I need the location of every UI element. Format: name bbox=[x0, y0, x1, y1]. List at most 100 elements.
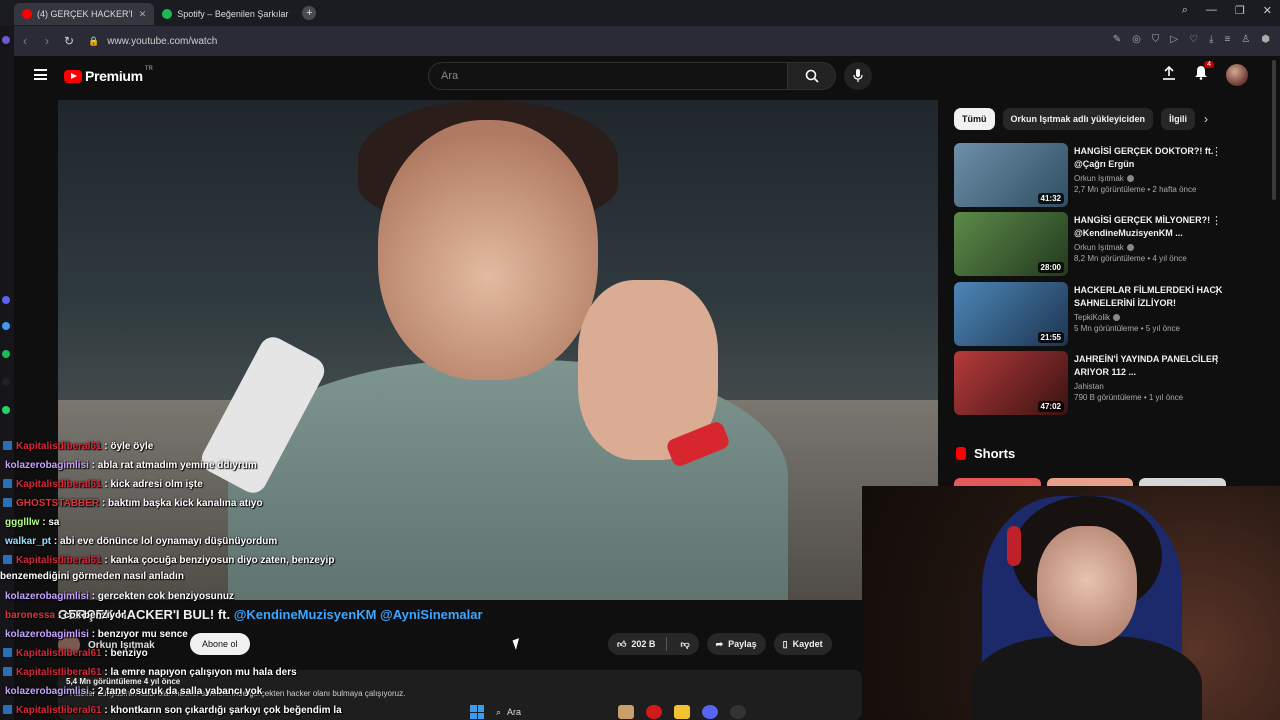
filter-chips: Tümü Orkun Işıtmak adlı yükleyiciden İlg… bbox=[954, 108, 1196, 130]
close-tab-icon[interactable]: ✕ bbox=[139, 9, 147, 20]
sidebar-app-icon[interactable] bbox=[2, 378, 10, 386]
search-input[interactable]: Ara bbox=[428, 62, 788, 90]
screen: (4) GERÇEK HACKER'I ✕ Spotify – Beğenile… bbox=[0, 0, 1280, 720]
chevron-right-icon[interactable]: › bbox=[1204, 112, 1208, 126]
heart-icon[interactable]: ♡ bbox=[1189, 34, 1198, 45]
edit-icon[interactable]: ✎ bbox=[1113, 34, 1121, 45]
chat-message: Kapitalistliberal61 : khontkarın son çık… bbox=[0, 701, 480, 720]
profile-icon[interactable]: ♙ bbox=[1241, 34, 1250, 45]
back-icon[interactable]: ‹ bbox=[14, 34, 36, 48]
recommendation-title[interactable]: HANGİSİ GERÇEK DOKTOR?! ft. @Çağrı Ergün bbox=[1074, 145, 1224, 170]
recommendation-item[interactable]: 47:02 JAHREİN'İ YAYINDA PANELCİLER ARIYO… bbox=[954, 351, 1244, 415]
chat-text: : abi eve dönünce lol oynamayı düşünüyor… bbox=[53, 536, 278, 547]
recommendation-item[interactable]: 21:55 HACKERLAR FİLMLERDEKİ HACK SAHNELE… bbox=[954, 282, 1244, 346]
url-field[interactable]: 🔒 www.youtube.com/watch bbox=[88, 36, 217, 47]
upload-icon[interactable] bbox=[1162, 65, 1176, 85]
more-options-icon[interactable]: ⋮ bbox=[1211, 145, 1222, 158]
video-frame-head bbox=[378, 120, 598, 380]
chat-message: GHOSTSTABBER : baktım başka kick kanalın… bbox=[0, 494, 480, 513]
chat-username: kolazerobagimlisi bbox=[5, 686, 89, 697]
chat-message: Kapitalistliberal61 : öyle öyle bbox=[0, 437, 480, 456]
menu-icon[interactable] bbox=[34, 69, 47, 80]
save-button[interactable]: ▯ Kaydet bbox=[773, 633, 832, 655]
chat-text: : abla rat atmadım yemine ddıyrum bbox=[91, 460, 257, 471]
close-icon[interactable]: ✕ bbox=[1263, 4, 1272, 17]
chip-from-uploader[interactable]: Orkun Işıtmak adlı yükleyiciden bbox=[1002, 108, 1154, 130]
tab-spotify[interactable]: Spotify – Beğenilen Şarkılar bbox=[154, 3, 296, 25]
chip-related[interactable]: İlgili bbox=[1161, 108, 1196, 130]
channel-name[interactable]: Orkun Işıtmak bbox=[1074, 174, 1124, 183]
video-thumbnail[interactable]: 47:02 bbox=[954, 351, 1068, 415]
share-button[interactable]: ➦ Paylaş bbox=[706, 633, 766, 655]
forward-icon[interactable]: › bbox=[36, 34, 58, 48]
chat-username: walkar_pt bbox=[5, 536, 52, 547]
channel-name[interactable]: TepkiKolik bbox=[1074, 313, 1110, 322]
chat-message: Kapitalistliberal61 : kick adresi olm iş… bbox=[0, 475, 480, 494]
shorts-icon bbox=[956, 447, 966, 460]
chat-badge-icon bbox=[3, 555, 12, 564]
chat-username: Kapitalistliberal61 bbox=[16, 441, 102, 452]
channel-name[interactable]: Orkun Işıtmak bbox=[1074, 243, 1124, 252]
extension-icon[interactable]: ⬢ bbox=[1261, 34, 1270, 45]
opera-icon[interactable] bbox=[646, 705, 662, 719]
sidebar-app-icon[interactable] bbox=[2, 350, 10, 358]
video-thumbnail[interactable]: 41:32 bbox=[954, 143, 1068, 207]
microphone-icon bbox=[853, 69, 863, 82]
folder-icon[interactable] bbox=[674, 705, 690, 719]
voice-search-button[interactable] bbox=[844, 62, 872, 90]
maximize-icon[interactable]: ❐ bbox=[1235, 4, 1245, 17]
more-options-icon[interactable]: ⋮ bbox=[1211, 353, 1222, 366]
reload-icon[interactable]: ↻ bbox=[58, 34, 80, 48]
more-options-icon[interactable]: ⋮ bbox=[1211, 284, 1222, 297]
search-icon[interactable]: ⌕ bbox=[1182, 4, 1188, 17]
recommendation-title[interactable]: HANGİSİ GERÇEK MİLYONER?! @KendineMuzisy… bbox=[1074, 214, 1224, 239]
avatar[interactable] bbox=[1226, 64, 1248, 86]
new-tab-button[interactable]: + bbox=[302, 6, 317, 20]
recommendation-title[interactable]: HACKERLAR FİLMLERDEKİ HACK SAHNELERİNİ İ… bbox=[1074, 284, 1224, 309]
mouse-cursor bbox=[512, 638, 523, 650]
more-options-icon[interactable]: ⋮ bbox=[1211, 214, 1222, 227]
recommendation-title[interactable]: JAHREİN'İ YAYINDA PANELCİLER ARIYOR 112 … bbox=[1074, 353, 1224, 378]
video-thumbnail[interactable]: 28:00 bbox=[954, 212, 1068, 276]
channel-row: Orkun Işıtmak bbox=[1074, 243, 1224, 252]
shorts-label: Shorts bbox=[974, 446, 1016, 461]
youtube-logo[interactable]: Premium TR bbox=[64, 66, 153, 84]
sidebar-app-icon[interactable] bbox=[2, 406, 10, 414]
channel-name[interactable]: Jahistan bbox=[1074, 382, 1104, 391]
chat-badge-icon bbox=[3, 441, 12, 450]
video-thumbnail[interactable]: 21:55 bbox=[954, 282, 1068, 346]
chat-text: : gercekten cok benziyosunuz bbox=[91, 591, 234, 602]
recommendation-item[interactable]: 41:32 HANGİSİ GERÇEK DOKTOR?! ft. @Çağrı… bbox=[954, 143, 1244, 207]
taskbar-app-icon[interactable] bbox=[618, 705, 634, 719]
youtube-play-icon bbox=[64, 69, 82, 83]
verified-icon bbox=[1126, 244, 1134, 251]
share-label: Paylaş bbox=[728, 639, 757, 649]
recommendation-item[interactable]: 28:00 HANGİSİ GERÇEK MİLYONER?! @Kendine… bbox=[954, 212, 1244, 276]
notification-badge: 4 bbox=[1204, 61, 1214, 68]
sidebar-app-icon[interactable] bbox=[2, 322, 10, 330]
chat-username: baronessa bbox=[5, 610, 56, 621]
camera-icon[interactable]: ◎ bbox=[1132, 34, 1141, 45]
notifications-button[interactable]: 4 bbox=[1194, 61, 1214, 85]
menu-icon[interactable]: ≡ bbox=[1224, 34, 1230, 45]
chat-username: Kapitalistliberal61 bbox=[16, 705, 102, 716]
play-icon[interactable]: ▷ bbox=[1170, 34, 1178, 45]
shield-icon[interactable]: ⛉ bbox=[1152, 34, 1160, 45]
header-actions: 4 bbox=[1162, 61, 1248, 86]
search-button[interactable] bbox=[788, 62, 836, 90]
chip-all[interactable]: Tümü bbox=[954, 108, 995, 130]
sidebar-app-icon[interactable] bbox=[2, 36, 10, 44]
sidebar-app-icon[interactable] bbox=[2, 296, 10, 304]
scrollbar[interactable] bbox=[1272, 60, 1276, 200]
minimize-icon[interactable]: — bbox=[1206, 4, 1217, 17]
like-button[interactable]: 👍︎ 202 B 👎︎ bbox=[608, 633, 699, 655]
discord-icon[interactable] bbox=[702, 705, 718, 719]
download-icon[interactable]: ⤓ bbox=[1209, 34, 1213, 45]
tab-youtube[interactable]: (4) GERÇEK HACKER'I ✕ bbox=[14, 3, 155, 25]
obs-icon[interactable] bbox=[730, 705, 746, 719]
thumbs-down-icon[interactable]: 👎︎ bbox=[680, 639, 689, 650]
taskbar-search[interactable]: ⌕ Ara bbox=[496, 705, 606, 719]
channel-row: Orkun Işıtmak bbox=[1074, 174, 1224, 183]
tab-label: (4) GERÇEK HACKER'I bbox=[37, 9, 133, 19]
windows-start-icon[interactable] bbox=[470, 705, 484, 719]
